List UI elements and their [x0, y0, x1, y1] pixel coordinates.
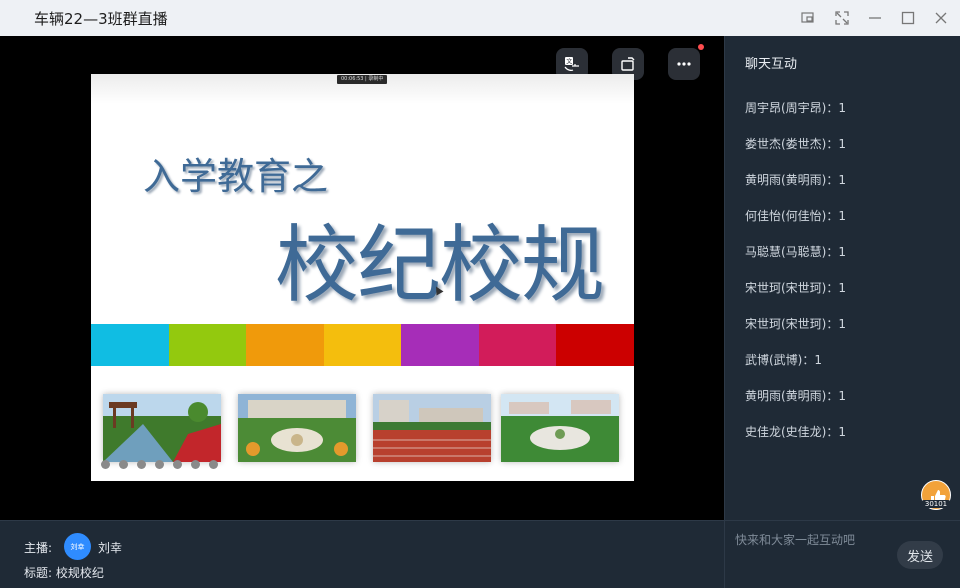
chat-message: 何佳怡(何佳怡)：1: [745, 209, 846, 223]
campus-photo-garden: [103, 394, 221, 462]
stripe-purple: [401, 324, 479, 366]
pen-icon[interactable]: [137, 460, 146, 469]
like-count: 30101: [921, 500, 951, 508]
chat-message: 黄明雨(黄明雨)：1: [745, 389, 846, 403]
previous-slide-icon[interactable]: [101, 460, 110, 469]
chat-message-list: 周宇昂(周宇昂)：1 娄世杰(娄世杰)：1 黄明雨(黄明雨)：1 何佳怡(何佳怡…: [745, 99, 846, 459]
chat-message: 娄世杰(娄世杰)：1: [745, 137, 846, 151]
presentation-slide: 00:06:53 | 录制中 入学教育之 校纪校规: [91, 74, 634, 481]
stripe-yellow: [323, 324, 402, 366]
close-icon[interactable]: [931, 8, 951, 28]
host-name: 刘幸: [98, 541, 123, 555]
chat-message: 黄明雨(黄明雨)：1: [745, 173, 846, 187]
campus-photo-square: [501, 394, 619, 462]
minimize-icon[interactable]: [865, 8, 885, 28]
more-icon[interactable]: [209, 460, 218, 469]
maximize-icon[interactable]: [898, 8, 918, 28]
campus-photo-plaza: [238, 394, 356, 462]
stripe-green: [168, 324, 247, 366]
slide-heading-small: 入学教育之: [143, 155, 328, 198]
chat-panel-title: 聊天互动: [745, 57, 798, 72]
chat-message: 武博(武博)：1: [745, 353, 822, 367]
more-options-button[interactable]: [668, 44, 704, 80]
chat-panel: 聊天互动 周宇昂(周宇昂)：1 娄世杰(娄世杰)：1 黄明雨(黄明雨)：1 何佳…: [724, 36, 960, 520]
send-button[interactable]: 发送: [897, 541, 943, 569]
chat-message: 史佳龙(史佳龙)：1: [745, 425, 846, 439]
subtitle-icon[interactable]: [191, 460, 200, 469]
stripe-red: [556, 324, 634, 366]
popout-icon[interactable]: [798, 8, 818, 28]
stripe-cyan: [91, 324, 169, 366]
chat-message: 宋世珂(宋世珂)：1: [745, 281, 846, 295]
next-slide-icon[interactable]: [119, 460, 128, 469]
stream-info-bar: 主播: 刘幸 刘幸 标题: 校规校纪: [0, 520, 724, 588]
camera-icon[interactable]: [173, 460, 182, 469]
chat-message: 宋世珂(宋世珂)：1: [745, 317, 846, 331]
slide-heading-large: 校纪校规: [275, 216, 605, 314]
chat-message-input[interactable]: [735, 531, 895, 549]
chat-message: 周宇昂(周宇昂)：1: [745, 101, 846, 115]
notification-dot: [698, 44, 704, 50]
stripe-magenta: [478, 324, 557, 366]
host-avatar[interactable]: 刘幸: [64, 533, 91, 560]
stripe-orange: [246, 324, 324, 366]
slide-toolbar: [101, 460, 218, 469]
zoom-icon[interactable]: [155, 460, 164, 469]
recording-badge: 00:06:53 | 录制中: [337, 75, 388, 84]
host-label: 主播:: [24, 541, 53, 555]
color-stripe-bar: [91, 324, 634, 366]
campus-photo-track: [373, 394, 491, 462]
window-title: 车辆22—3班群直播: [34, 10, 168, 28]
fullscreen-icon[interactable]: [832, 8, 852, 28]
title-bar: 车辆22—3班群直播: [0, 0, 960, 36]
svg-text:文: 文: [566, 58, 572, 66]
chat-input-area: 发送: [724, 520, 960, 588]
stream-subject: 标题: 校规校纪: [24, 566, 104, 580]
live-video-area[interactable]: 文 00:06:53 | 录制中 入学教育之 校纪校规: [0, 36, 724, 520]
chat-message: 马聪慧(马聪慧)：1: [745, 245, 846, 259]
